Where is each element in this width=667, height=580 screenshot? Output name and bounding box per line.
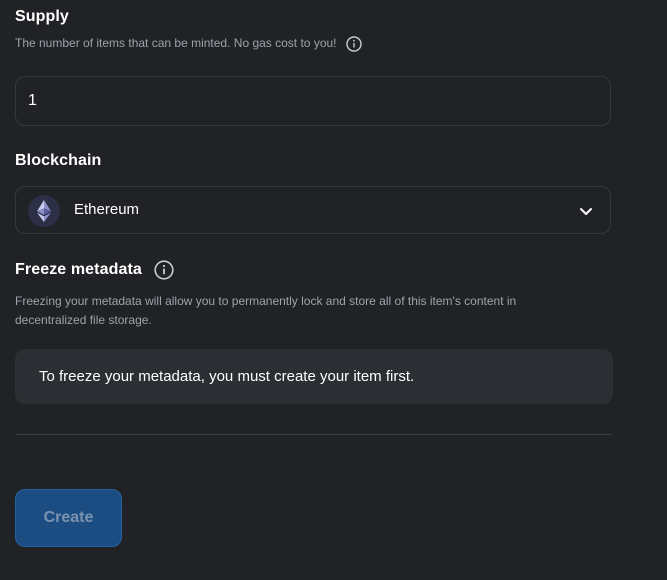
freeze-notice: To freeze your metadata, you must create… xyxy=(15,349,613,404)
freeze-title: Freeze metadata xyxy=(15,260,175,280)
supply-input[interactable]: 1 xyxy=(15,76,611,126)
supply-value: 1 xyxy=(28,92,37,109)
info-icon[interactable] xyxy=(154,260,175,280)
blockchain-selected-label: Ethereum xyxy=(74,201,140,218)
freeze-description: Freezing your metadata will allow you to… xyxy=(15,292,516,330)
blockchain-select[interactable]: Ethereum xyxy=(15,186,611,234)
info-icon[interactable] xyxy=(346,36,362,52)
blockchain-title: Blockchain xyxy=(15,152,102,169)
freeze-description-line2: decentralized file storage. xyxy=(15,313,152,327)
ethereum-icon xyxy=(28,195,60,227)
supply-description-text: The number of items that can be minted. … xyxy=(15,36,337,50)
chevron-down-icon xyxy=(578,203,594,219)
create-button[interactable]: Create xyxy=(15,489,122,547)
divider xyxy=(15,434,612,435)
supply-description: The number of items that can be minted. … xyxy=(15,34,362,53)
freeze-title-text: Freeze metadata xyxy=(15,261,142,279)
supply-title: Supply xyxy=(15,8,69,25)
freeze-notice-text: To freeze your metadata, you must create… xyxy=(39,368,415,385)
freeze-description-line1: Freezing your metadata will allow you to… xyxy=(15,294,517,308)
